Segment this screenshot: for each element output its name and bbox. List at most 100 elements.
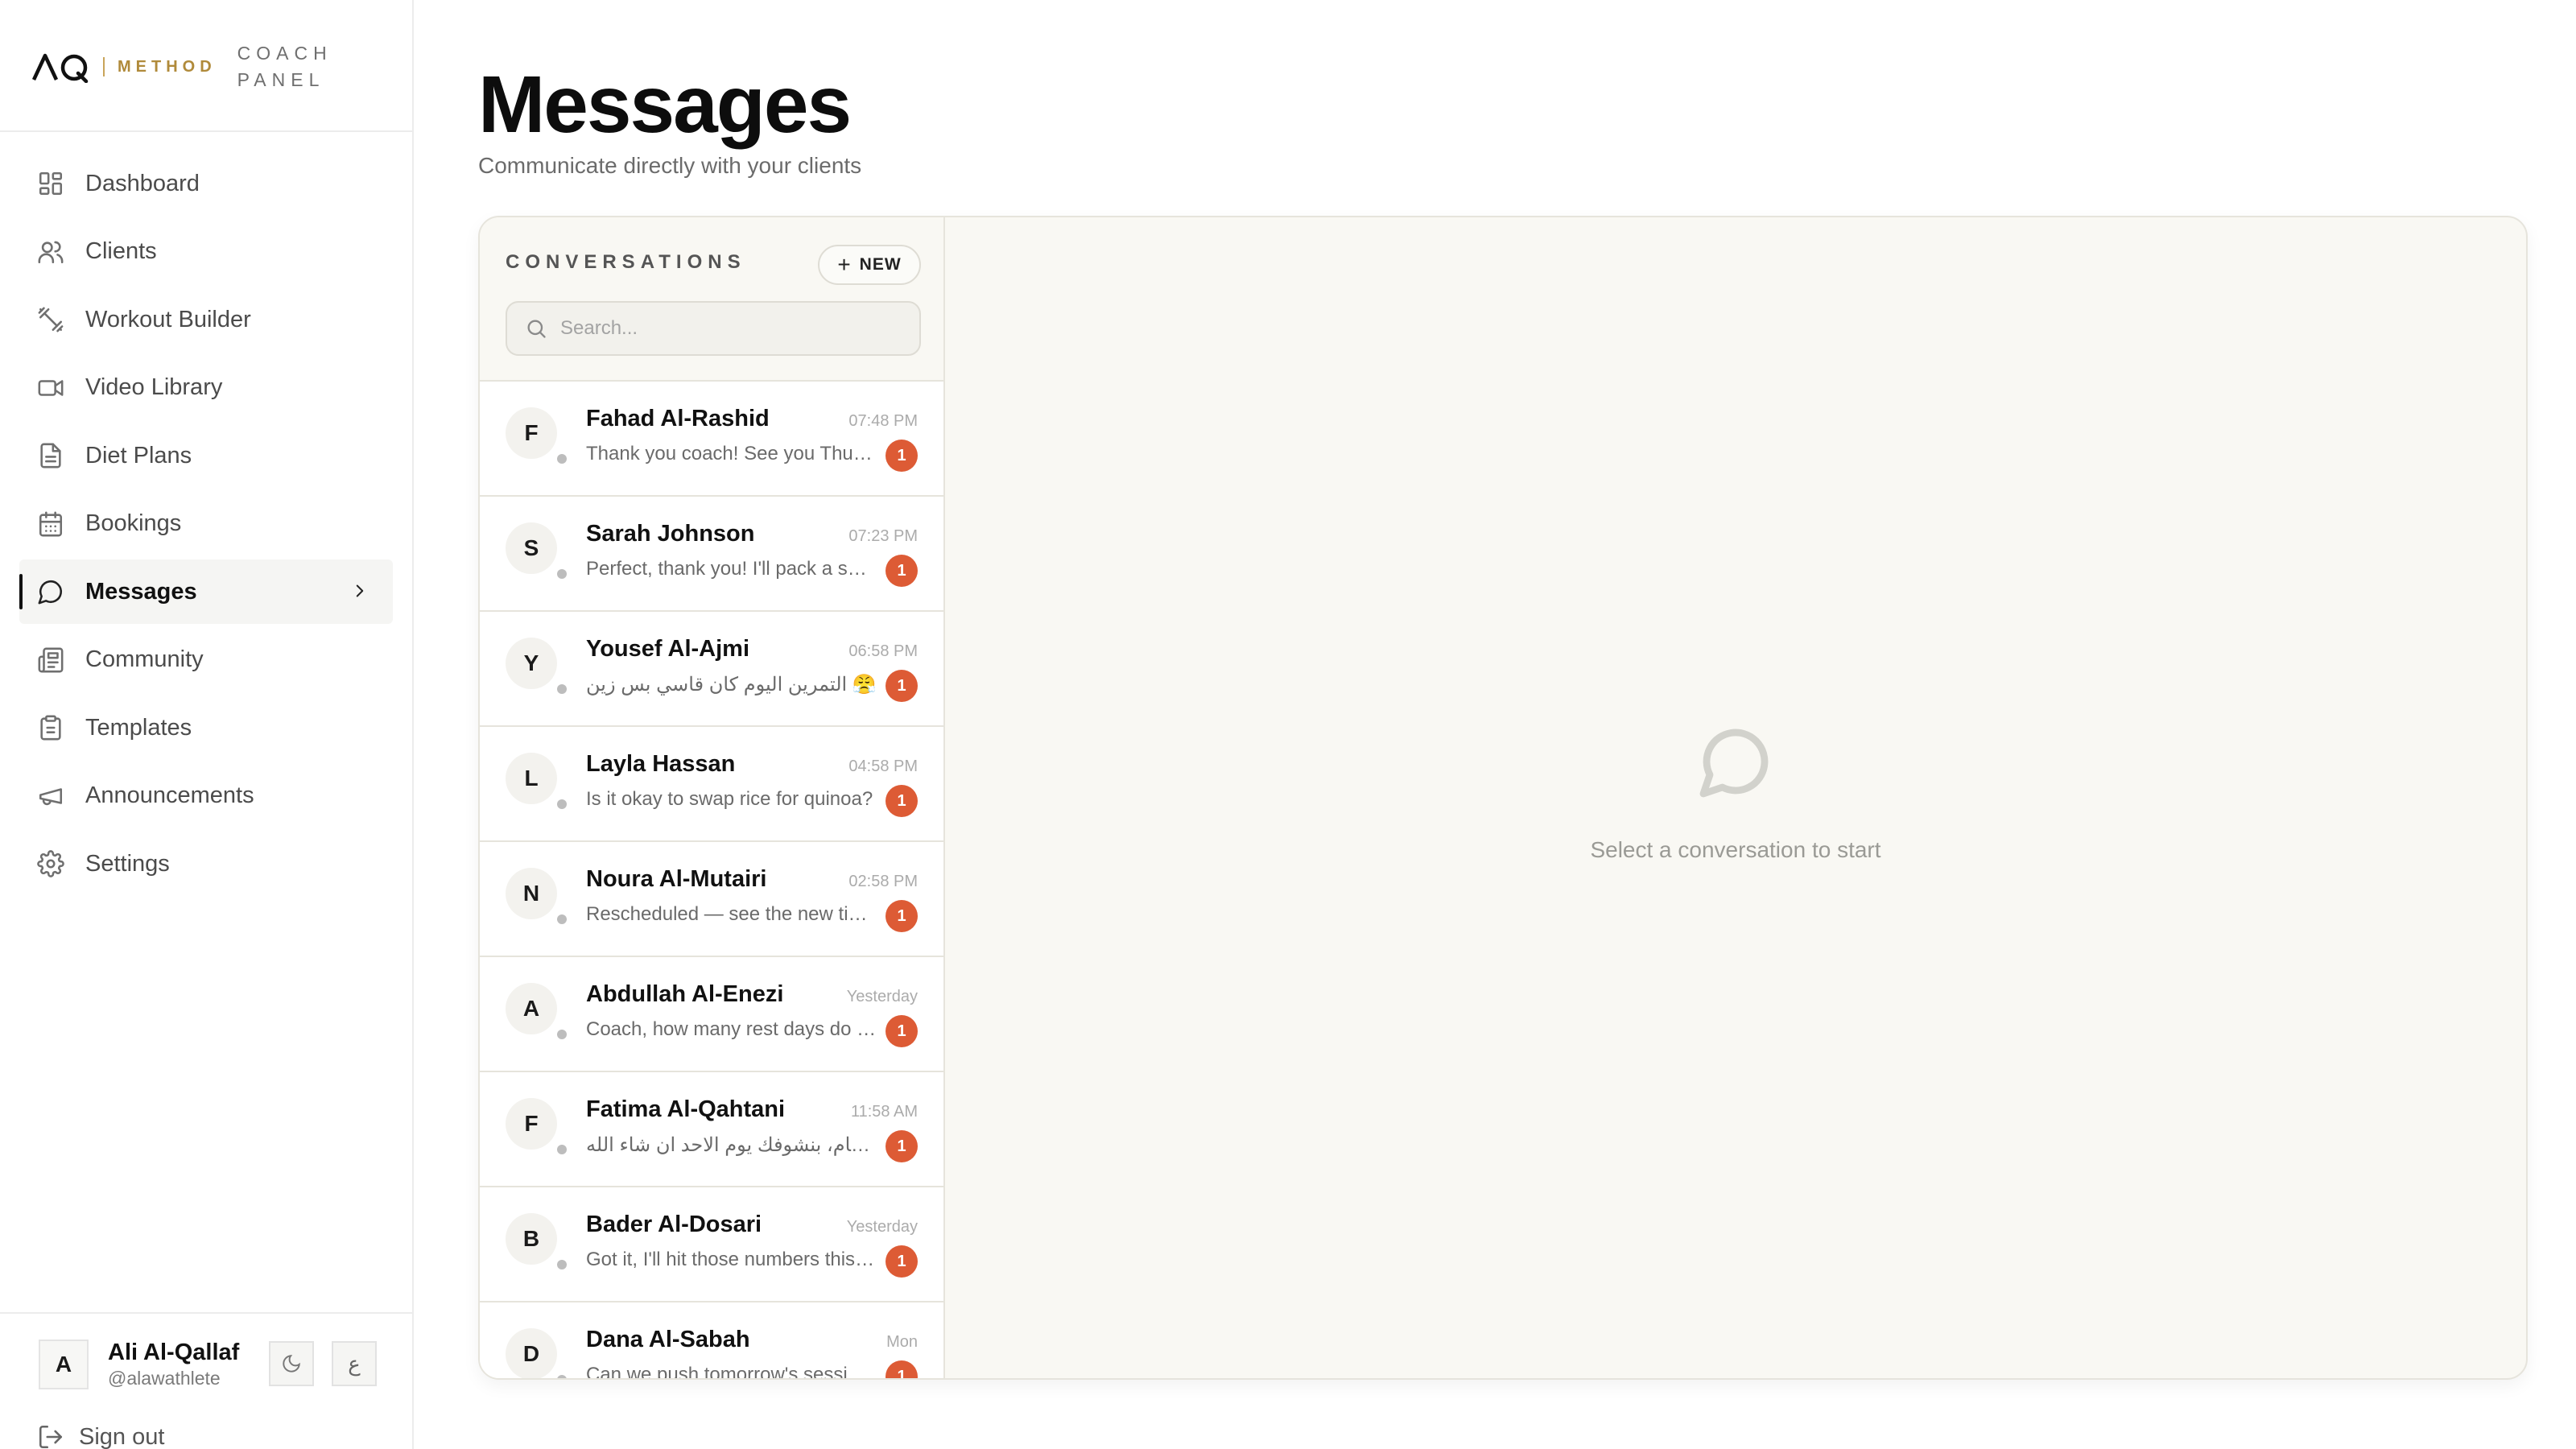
chevron-right-icon	[356, 584, 364, 597]
brand-method: METHOD	[118, 57, 217, 76]
conversation-preview: Coach, how many rest days do I need?	[586, 1018, 877, 1040]
status-dot	[557, 1260, 567, 1269]
conversations-heading: CONVERSATIONS	[506, 251, 746, 273]
sign-out-button[interactable]: Sign out	[37, 1423, 164, 1449]
search-input[interactable]	[560, 317, 898, 340]
conversation-preview: Perfect, thank you! I'll pack a snack.	[586, 558, 877, 580]
conversation-name: Sarah Johnson	[586, 521, 755, 547]
megaphone-icon	[39, 787, 63, 805]
sidebar-item-announcements[interactable]: Announcements	[19, 764, 393, 828]
message-icon	[38, 580, 63, 605]
conversation-name: Yousef Al-Ajmi	[586, 636, 750, 662]
brand-panel-label: COACH PANEL	[237, 43, 332, 90]
sidebar-item-clients[interactable]: Clients	[19, 220, 393, 284]
main-content: Messages Communicate directly with your …	[414, 0, 2576, 1449]
status-dot	[557, 1030, 567, 1039]
page-subtitle: Communicate directly with your clients	[478, 153, 862, 178]
brand-logo[interactable]: METHOD COACH PANEL	[32, 32, 342, 101]
conversation-preview: التمرين اليوم كان قاسي بس زين 😤	[586, 674, 877, 696]
avatar: F	[506, 1098, 557, 1150]
sidebar-item-messages[interactable]: Messages	[19, 559, 393, 624]
search-icon	[527, 320, 546, 338]
sidebar-item-community[interactable]: Community	[19, 628, 393, 692]
unread-badge: 1	[886, 440, 918, 472]
conversation-preview: Is it okay to swap rice for quinoa?	[586, 788, 873, 810]
conversation-item[interactable]: L Layla Hassan 04:58 PM Is it okay to sw…	[480, 727, 943, 842]
conversation-item[interactable]: F Fatima Al-Qahtani 11:58 AM ماشي تمام، …	[480, 1072, 943, 1187]
status-dot	[557, 569, 567, 579]
empty-state-text: Select a conversation to start	[1590, 837, 1881, 862]
unread-badge: 1	[886, 670, 918, 702]
conversation-time: 11:58 AM	[850, 1103, 918, 1121]
user-name: Ali Al-Qallaf	[108, 1340, 240, 1365]
sidebar-item-workout-builder[interactable]: Workout Builder	[19, 287, 393, 352]
sidebar-item-templates[interactable]: Templates	[19, 696, 393, 760]
language-toggle-label: ع	[348, 1351, 361, 1376]
aq-logo-icon	[32, 53, 89, 83]
sidebar-item-bookings[interactable]: Bookings	[19, 492, 393, 556]
clipboard-icon	[40, 715, 61, 741]
sidebar-item-dashboard[interactable]: Dashboard	[19, 151, 393, 216]
sidebar-divider	[0, 130, 412, 132]
conversation-item[interactable]: B Bader Al-Dosari Yesterday Got it, I'll…	[480, 1187, 943, 1302]
plus-icon: +	[837, 252, 852, 277]
conversation-item[interactable]: D Dana Al-Sabah Mon Can we push tomorrow…	[480, 1302, 943, 1380]
conversation-empty-state: Select a conversation to start	[945, 217, 2526, 1378]
calendar-icon	[39, 511, 63, 536]
conversation-item[interactable]: A Abdullah Al-Enezi Yesterday Coach, how…	[480, 957, 943, 1072]
user-handle: @alawathlete	[108, 1368, 221, 1389]
language-toggle-button[interactable]: ع	[332, 1341, 377, 1386]
conversation-item[interactable]: N Noura Al-Mutairi 02:58 PM Rescheduled …	[480, 842, 943, 957]
conversation-name: Layla Hassan	[586, 751, 736, 777]
conversation-time: Mon	[886, 1333, 918, 1351]
conversation-preview: Thank you coach! See you Thursday.	[586, 443, 877, 464]
video-icon	[38, 379, 64, 396]
sidebar-item-label: Bookings	[85, 510, 182, 536]
conversation-preview: Can we push tomorrow's session?	[586, 1364, 877, 1380]
sidebar: METHOD COACH PANEL Dashboard Clients Wor…	[0, 0, 414, 1449]
sidebar-item-settings[interactable]: Settings	[19, 832, 393, 896]
user-profile[interactable]: A Ali Al-Qallaf @alawathlete	[39, 1340, 239, 1389]
conversation-time: Yesterday	[846, 988, 918, 1005]
users-icon	[38, 241, 64, 263]
sidebar-item-label: Diet Plans	[85, 442, 192, 469]
new-conversation-button[interactable]: + NEW	[818, 245, 921, 285]
search-box[interactable]	[506, 301, 921, 356]
new-button-label: NEW	[859, 255, 902, 274]
unread-badge: 1	[886, 1015, 918, 1047]
theme-toggle-button[interactable]	[269, 1341, 314, 1386]
conversation-name: Fahad Al-Rashid	[586, 406, 770, 431]
conversation-name: Dana Al-Sabah	[586, 1327, 750, 1352]
conversation-item[interactable]: F Fahad Al-Rashid 07:48 PM Thank you coa…	[480, 382, 943, 497]
avatar: F	[506, 407, 557, 459]
sidebar-item-label: Templates	[85, 714, 192, 741]
conversation-item[interactable]: Y Yousef Al-Ajmi 06:58 PM التمرين اليوم …	[480, 612, 943, 727]
sidebar-item-video-library[interactable]: Video Library	[19, 356, 393, 420]
conversation-item[interactable]: S Sarah Johnson 07:23 PM Perfect, thank …	[480, 497, 943, 612]
avatar: L	[506, 753, 557, 804]
conversation-list: F Fahad Al-Rashid 07:48 PM Thank you coa…	[480, 380, 943, 1380]
unread-badge: 1	[886, 1360, 918, 1378]
conversation-time: 07:48 PM	[848, 412, 918, 430]
dashboard-icon	[39, 171, 63, 196]
sidebar-item-label: Messages	[85, 578, 197, 605]
sidebar-item-label: Settings	[85, 850, 170, 877]
conversation-time: 07:23 PM	[848, 527, 918, 545]
status-dot	[557, 914, 567, 924]
app: METHOD COACH PANEL Dashboard Clients Wor…	[0, 0, 2576, 1449]
dumbbell-icon	[38, 307, 64, 332]
avatar: S	[506, 522, 557, 574]
unread-badge: 1	[886, 1130, 918, 1162]
moon-icon	[283, 1355, 300, 1373]
status-dot	[557, 799, 567, 809]
file-text-icon	[40, 443, 61, 469]
chat-bubble-icon	[1699, 729, 1769, 798]
newspaper-icon	[38, 647, 64, 672]
unread-badge: 1	[886, 900, 918, 932]
conversation-time: 04:58 PM	[848, 758, 918, 775]
sidebar-item-diet-plans[interactable]: Diet Plans	[19, 423, 393, 488]
avatar: A	[39, 1340, 89, 1389]
conversation-time: Yesterday	[846, 1218, 918, 1236]
status-dot	[557, 1145, 567, 1154]
sidebar-item-label: Video Library	[85, 374, 223, 400]
